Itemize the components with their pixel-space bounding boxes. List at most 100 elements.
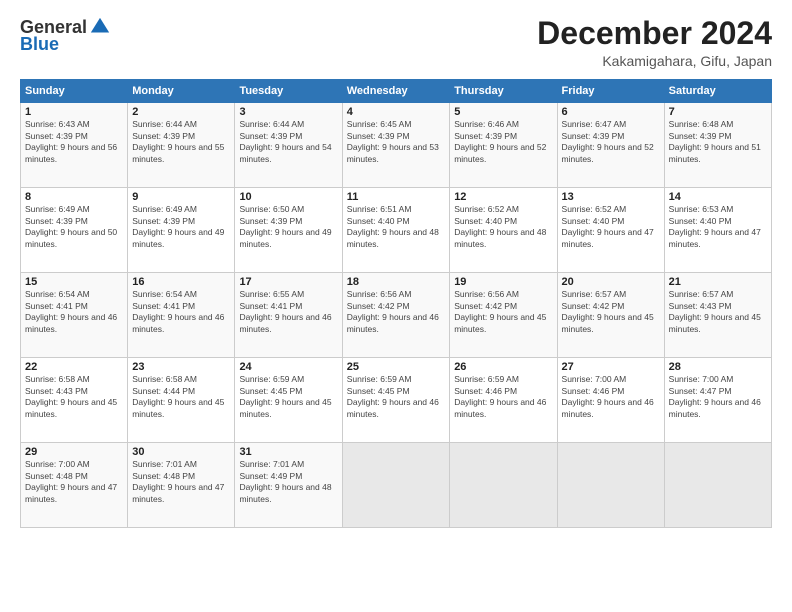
day-number: 20 (562, 276, 660, 288)
day-number: 31 (239, 446, 337, 458)
day-number: 2 (132, 106, 230, 118)
day-number: 17 (239, 276, 337, 288)
calendar-cell: 21 Sunrise: 6:57 AMSunset: 4:43 PMDaylig… (664, 273, 771, 358)
calendar-cell: 1 Sunrise: 6:43 AMSunset: 4:39 PMDayligh… (21, 103, 128, 188)
day-number: 9 (132, 191, 230, 203)
calendar-cell: 4 Sunrise: 6:45 AMSunset: 4:39 PMDayligh… (342, 103, 449, 188)
day-detail: Sunrise: 6:49 AMSunset: 4:39 PMDaylight:… (132, 204, 224, 248)
calendar-cell: 7 Sunrise: 6:48 AMSunset: 4:39 PMDayligh… (664, 103, 771, 188)
day-number: 12 (454, 191, 552, 203)
day-number: 13 (562, 191, 660, 203)
calendar-week-row: 22 Sunrise: 6:58 AMSunset: 4:43 PMDaylig… (21, 358, 772, 443)
day-detail: Sunrise: 6:47 AMSunset: 4:39 PMDaylight:… (562, 119, 654, 163)
calendar-cell (342, 443, 449, 528)
day-detail: Sunrise: 6:55 AMSunset: 4:41 PMDaylight:… (239, 289, 331, 333)
calendar-cell: 22 Sunrise: 6:58 AMSunset: 4:43 PMDaylig… (21, 358, 128, 443)
day-number: 30 (132, 446, 230, 458)
calendar-cell: 6 Sunrise: 6:47 AMSunset: 4:39 PMDayligh… (557, 103, 664, 188)
calendar-cell: 12 Sunrise: 6:52 AMSunset: 4:40 PMDaylig… (450, 188, 557, 273)
day-number: 6 (562, 106, 660, 118)
day-detail: Sunrise: 6:50 AMSunset: 4:39 PMDaylight:… (239, 204, 331, 248)
day-number: 8 (25, 191, 123, 203)
day-detail: Sunrise: 7:00 AMSunset: 4:47 PMDaylight:… (669, 374, 761, 418)
col-saturday: Saturday (664, 80, 771, 103)
calendar-week-row: 29 Sunrise: 7:00 AMSunset: 4:48 PMDaylig… (21, 443, 772, 528)
calendar-cell: 23 Sunrise: 6:58 AMSunset: 4:44 PMDaylig… (128, 358, 235, 443)
day-detail: Sunrise: 6:56 AMSunset: 4:42 PMDaylight:… (454, 289, 546, 333)
day-number: 26 (454, 361, 552, 373)
col-sunday: Sunday (21, 80, 128, 103)
calendar-cell: 10 Sunrise: 6:50 AMSunset: 4:39 PMDaylig… (235, 188, 342, 273)
day-detail: Sunrise: 7:00 AMSunset: 4:48 PMDaylight:… (25, 459, 117, 503)
day-number: 18 (347, 276, 445, 288)
day-detail: Sunrise: 6:44 AMSunset: 4:39 PMDaylight:… (239, 119, 331, 163)
day-number: 4 (347, 106, 445, 118)
col-thursday: Thursday (450, 80, 557, 103)
day-detail: Sunrise: 6:59 AMSunset: 4:45 PMDaylight:… (239, 374, 331, 418)
calendar-cell: 28 Sunrise: 7:00 AMSunset: 4:47 PMDaylig… (664, 358, 771, 443)
calendar-cell: 8 Sunrise: 6:49 AMSunset: 4:39 PMDayligh… (21, 188, 128, 273)
calendar-cell (664, 443, 771, 528)
day-detail: Sunrise: 6:44 AMSunset: 4:39 PMDaylight:… (132, 119, 224, 163)
day-number: 14 (669, 191, 767, 203)
calendar-header-row: Sunday Monday Tuesday Wednesday Thursday… (21, 80, 772, 103)
month-title: December 2024 (537, 16, 772, 51)
day-detail: Sunrise: 6:53 AMSunset: 4:40 PMDaylight:… (669, 204, 761, 248)
day-detail: Sunrise: 7:00 AMSunset: 4:46 PMDaylight:… (562, 374, 654, 418)
calendar-cell: 2 Sunrise: 6:44 AMSunset: 4:39 PMDayligh… (128, 103, 235, 188)
logo-icon (89, 16, 111, 38)
col-tuesday: Tuesday (235, 80, 342, 103)
calendar-cell: 15 Sunrise: 6:54 AMSunset: 4:41 PMDaylig… (21, 273, 128, 358)
calendar-table: Sunday Monday Tuesday Wednesday Thursday… (20, 79, 772, 528)
day-detail: Sunrise: 6:52 AMSunset: 4:40 PMDaylight:… (562, 204, 654, 248)
calendar-cell (557, 443, 664, 528)
day-detail: Sunrise: 7:01 AMSunset: 4:48 PMDaylight:… (132, 459, 224, 503)
calendar-cell: 24 Sunrise: 6:59 AMSunset: 4:45 PMDaylig… (235, 358, 342, 443)
calendar-week-row: 1 Sunrise: 6:43 AMSunset: 4:39 PMDayligh… (21, 103, 772, 188)
calendar-cell: 14 Sunrise: 6:53 AMSunset: 4:40 PMDaylig… (664, 188, 771, 273)
logo: General Blue (20, 16, 111, 55)
day-detail: Sunrise: 6:54 AMSunset: 4:41 PMDaylight:… (132, 289, 224, 333)
calendar-cell: 25 Sunrise: 6:59 AMSunset: 4:45 PMDaylig… (342, 358, 449, 443)
day-detail: Sunrise: 6:45 AMSunset: 4:39 PMDaylight:… (347, 119, 439, 163)
day-detail: Sunrise: 6:51 AMSunset: 4:40 PMDaylight:… (347, 204, 439, 248)
location: Kakamigahara, Gifu, Japan (537, 53, 772, 69)
day-number: 27 (562, 361, 660, 373)
day-detail: Sunrise: 6:58 AMSunset: 4:43 PMDaylight:… (25, 374, 117, 418)
day-number: 1 (25, 106, 123, 118)
day-number: 3 (239, 106, 337, 118)
day-number: 28 (669, 361, 767, 373)
day-number: 7 (669, 106, 767, 118)
day-detail: Sunrise: 6:57 AMSunset: 4:43 PMDaylight:… (669, 289, 761, 333)
col-friday: Friday (557, 80, 664, 103)
day-detail: Sunrise: 6:58 AMSunset: 4:44 PMDaylight:… (132, 374, 224, 418)
day-number: 21 (669, 276, 767, 288)
calendar-cell: 13 Sunrise: 6:52 AMSunset: 4:40 PMDaylig… (557, 188, 664, 273)
day-detail: Sunrise: 6:52 AMSunset: 4:40 PMDaylight:… (454, 204, 546, 248)
day-number: 15 (25, 276, 123, 288)
day-number: 22 (25, 361, 123, 373)
day-number: 25 (347, 361, 445, 373)
calendar-cell: 18 Sunrise: 6:56 AMSunset: 4:42 PMDaylig… (342, 273, 449, 358)
calendar-cell: 19 Sunrise: 6:56 AMSunset: 4:42 PMDaylig… (450, 273, 557, 358)
day-detail: Sunrise: 6:57 AMSunset: 4:42 PMDaylight:… (562, 289, 654, 333)
calendar-cell: 27 Sunrise: 7:00 AMSunset: 4:46 PMDaylig… (557, 358, 664, 443)
day-detail: Sunrise: 6:56 AMSunset: 4:42 PMDaylight:… (347, 289, 439, 333)
logo-blue-text: Blue (20, 34, 59, 55)
day-detail: Sunrise: 6:48 AMSunset: 4:39 PMDaylight:… (669, 119, 761, 163)
day-number: 24 (239, 361, 337, 373)
day-number: 16 (132, 276, 230, 288)
calendar-cell: 26 Sunrise: 6:59 AMSunset: 4:46 PMDaylig… (450, 358, 557, 443)
col-monday: Monday (128, 80, 235, 103)
calendar-cell: 17 Sunrise: 6:55 AMSunset: 4:41 PMDaylig… (235, 273, 342, 358)
day-detail: Sunrise: 6:49 AMSunset: 4:39 PMDaylight:… (25, 204, 117, 248)
day-number: 19 (454, 276, 552, 288)
day-detail: Sunrise: 6:54 AMSunset: 4:41 PMDaylight:… (25, 289, 117, 333)
day-number: 23 (132, 361, 230, 373)
day-detail: Sunrise: 6:46 AMSunset: 4:39 PMDaylight:… (454, 119, 546, 163)
calendar-cell (450, 443, 557, 528)
calendar-week-row: 8 Sunrise: 6:49 AMSunset: 4:39 PMDayligh… (21, 188, 772, 273)
calendar-cell: 16 Sunrise: 6:54 AMSunset: 4:41 PMDaylig… (128, 273, 235, 358)
calendar-cell: 5 Sunrise: 6:46 AMSunset: 4:39 PMDayligh… (450, 103, 557, 188)
day-number: 10 (239, 191, 337, 203)
